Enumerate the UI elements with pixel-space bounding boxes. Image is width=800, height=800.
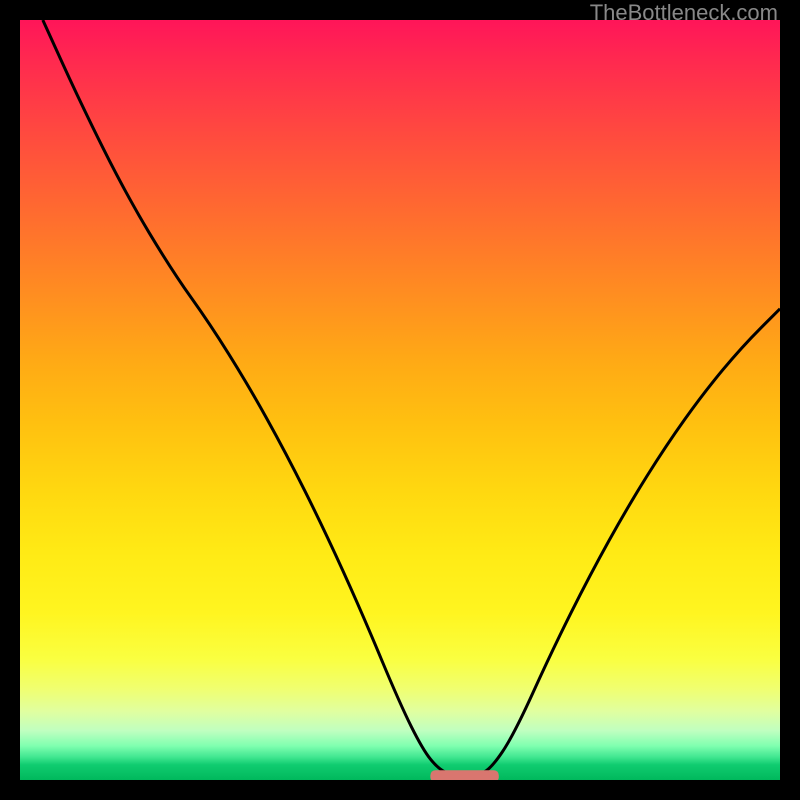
optimal-marker [430,770,498,780]
chart-svg [20,20,780,780]
bottleneck-curve [43,20,780,776]
chart-container: TheBottleneck.com [0,0,800,800]
plot-area [20,20,780,780]
watermark-text: TheBottleneck.com [590,0,778,26]
